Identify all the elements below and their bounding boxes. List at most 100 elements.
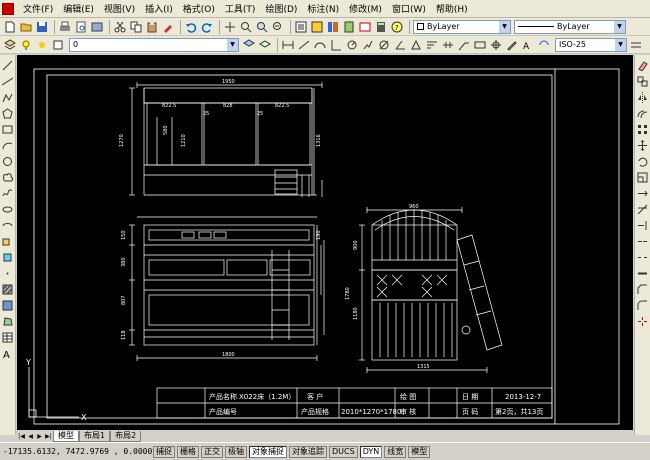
ducs-toggle[interactable]: DUCS [329,445,358,458]
tolerance-icon[interactable] [473,38,487,52]
paste-icon[interactable] [145,20,159,34]
calculator-icon[interactable] [374,20,388,34]
properties-icon[interactable] [294,20,308,34]
tab-layout2[interactable]: 布局2 [110,430,142,442]
otrack-toggle[interactable]: 对象追踪 [289,445,327,458]
lineweight-toggle[interactable]: 线宽 [384,445,407,458]
arc-icon[interactable] [1,139,14,152]
help-icon[interactable]: ? [390,20,404,34]
region-icon[interactable] [1,315,14,328]
chevron-down-icon[interactable]: ▼ [227,38,238,51]
preview-icon[interactable] [74,20,88,34]
menu-tools[interactable]: 工具(T) [220,2,261,15]
tab-last-icon[interactable]: ▶| [44,431,53,441]
pan-icon[interactable] [223,20,237,34]
linetype-combo[interactable]: ByLayer ▼ [514,19,626,34]
menu-view[interactable]: 视图(V) [99,2,140,15]
snap-toggle[interactable]: 捕捉 [153,445,175,458]
dim-arc-icon[interactable] [313,38,327,52]
app-icon[interactable] [2,2,14,15]
rectangle-icon[interactable] [1,123,14,136]
dim-linear-icon[interactable] [281,38,295,52]
menu-draw[interactable]: 绘图(D) [260,2,302,15]
publish-icon[interactable] [90,20,104,34]
drawing-canvas[interactable]: 1950 822.5 25 828 25 822.5 1270 580 1210… [17,55,633,430]
menu-file[interactable]: 文件(F) [18,2,58,15]
polygon-icon[interactable] [1,107,14,120]
ortho-toggle[interactable]: 正交 [201,445,223,458]
break-icon[interactable] [636,251,649,264]
color-combo[interactable]: ByLayer ▼ [413,19,511,34]
offset-icon[interactable] [636,107,649,120]
dim-text-edit-icon[interactable]: A [521,38,535,52]
center-mark-icon[interactable] [489,38,503,52]
menu-format[interactable]: 格式(O) [178,2,220,15]
mtext-icon[interactable]: A [1,347,14,360]
quick-dim-icon[interactable] [409,38,423,52]
make-block-icon[interactable] [1,251,14,264]
mirror-icon[interactable] [636,91,649,104]
tab-model[interactable]: 模型 [53,430,79,442]
dim-jogged-icon[interactable] [361,38,375,52]
color-square-icon[interactable] [51,38,65,52]
model-toggle[interactable]: 模型 [408,445,431,458]
stretch-icon[interactable] [636,187,649,200]
chamfer-icon[interactable] [636,283,649,296]
osnap-toggle[interactable]: 对象捕捉 [249,445,287,458]
hatch-icon[interactable] [1,283,14,296]
dim-radius-icon[interactable] [345,38,359,52]
grid-toggle[interactable]: 栅格 [177,445,199,458]
cut-icon[interactable] [113,20,127,34]
chevron-down-icon[interactable]: ▼ [614,20,625,33]
circle-icon[interactable] [1,155,14,168]
extend-icon[interactable] [636,219,649,232]
polar-toggle[interactable]: 极轴 [225,445,247,458]
trim-icon[interactable] [636,203,649,216]
polyline-icon[interactable] [1,91,14,104]
markup-icon[interactable] [358,20,372,34]
menu-modify[interactable]: 修改(M) [344,2,387,15]
revcloud-icon[interactable] [1,171,14,184]
dim-style-icon[interactable] [629,38,643,52]
sun-icon[interactable] [35,38,49,52]
dim-update-icon[interactable] [537,38,551,52]
chevron-down-icon[interactable]: ▼ [615,38,626,51]
table-icon[interactable] [1,331,14,344]
spline-icon[interactable] [1,187,14,200]
rotate-icon[interactable] [636,155,649,168]
layer-combo[interactable]: 0 ▼ [69,37,239,52]
dyn-toggle[interactable]: DYN [359,445,383,458]
dim-baseline-icon[interactable] [425,38,439,52]
tab-layout1[interactable]: 布局1 [79,430,111,442]
fillet-icon[interactable] [636,299,649,312]
copy-object-icon[interactable] [636,75,649,88]
redo-icon[interactable] [200,20,214,34]
join-icon[interactable] [636,267,649,280]
insert-block-icon[interactable] [1,235,14,248]
new-file-icon[interactable] [3,20,17,34]
copy-icon[interactable] [129,20,143,34]
construction-line-icon[interactable] [1,75,14,88]
save-icon[interactable] [35,20,49,34]
menu-dimension[interactable]: 标注(N) [302,2,344,15]
sheetset-icon[interactable] [342,20,356,34]
move-icon[interactable] [636,139,649,152]
explode-icon[interactable] [636,315,649,328]
design-center-icon[interactable] [310,20,324,34]
menu-edit[interactable]: 编辑(E) [58,2,99,15]
menu-insert[interactable]: 插入(I) [140,2,178,15]
ellipse-icon[interactable] [1,203,14,216]
zoom-window-icon[interactable] [255,20,269,34]
open-folder-icon[interactable] [19,20,33,34]
menu-help[interactable]: 帮助(H) [431,2,473,15]
menu-window[interactable]: 窗口(W) [387,2,431,15]
dim-edit-icon[interactable] [505,38,519,52]
tab-next-icon[interactable]: ▶ [35,431,44,441]
zoom-prev-icon[interactable] [271,20,285,34]
zoom-realtime-icon[interactable] [239,20,253,34]
undo-icon[interactable] [184,20,198,34]
layer-previous-icon[interactable] [258,38,272,52]
qleader-icon[interactable] [457,38,471,52]
erase-icon[interactable] [636,59,649,72]
dim-angular-icon[interactable] [393,38,407,52]
